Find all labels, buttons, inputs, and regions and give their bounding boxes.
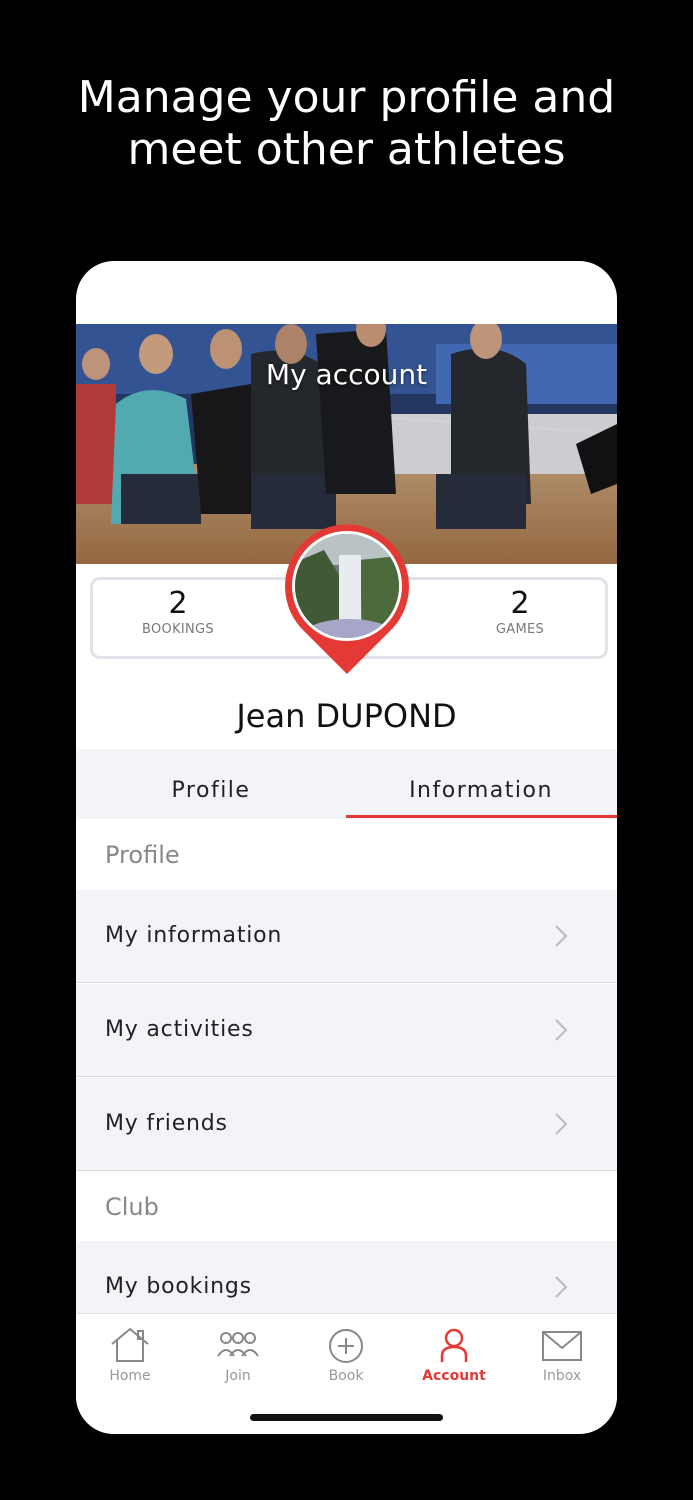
tabbar-join[interactable]: Join (184, 1326, 292, 1406)
tabbar-home[interactable]: Home (76, 1326, 184, 1406)
active-tab-indicator (346, 815, 617, 818)
home-indicator[interactable] (250, 1414, 443, 1421)
section-header-club: Club (76, 1171, 617, 1243)
people-icon (217, 1332, 259, 1357)
games-stat[interactable]: 2 GAMES (435, 586, 605, 637)
list-item-label: My friends (105, 1111, 228, 1136)
list-item-my-activities[interactable]: My activities (76, 984, 617, 1077)
profile-tabs: Profile Information (76, 749, 617, 819)
headline-line-1: Manage your profile and (77, 72, 616, 123)
chevron-right-icon (555, 1276, 568, 1298)
bookings-stat[interactable]: 2 BOOKINGS (93, 586, 263, 637)
tabbar-label: Account (422, 1368, 486, 1384)
section-header-profile: Profile (76, 819, 617, 891)
chevron-right-icon (555, 1019, 568, 1041)
marketing-headline: Manage your profile and meet other athle… (0, 72, 693, 176)
tab-information[interactable]: Information (346, 749, 616, 819)
page-title: My account (265, 358, 428, 391)
list-item-label: My information (105, 923, 283, 948)
tabbar-label: Book (328, 1368, 364, 1384)
list-item-my-information[interactable]: My information (76, 890, 617, 983)
phone-screen: My account 2 BOOKINGS 2 GAMES Jean DUPON… (76, 261, 617, 1434)
plus-circle-icon (329, 1329, 363, 1363)
chevron-right-icon (555, 1113, 568, 1135)
list-item-my-friends[interactable]: My friends (76, 1078, 617, 1171)
chevron-right-icon (555, 925, 568, 947)
list-item-label: My activities (105, 1017, 254, 1042)
user-name: Jean DUPOND (236, 697, 457, 735)
user-icon (440, 1328, 468, 1362)
tabbar-inbox[interactable]: Inbox (508, 1326, 616, 1406)
games-label: GAMES (495, 622, 545, 637)
bookings-label: BOOKINGS (142, 622, 214, 637)
tabbar-label: Inbox (542, 1368, 582, 1384)
bookings-count: 2 (168, 586, 188, 621)
tabbar-book[interactable]: Book (292, 1326, 400, 1406)
home-icon (111, 1327, 149, 1362)
tabbar-label: Home (109, 1368, 151, 1384)
tabbar-account[interactable]: Account (400, 1326, 508, 1406)
games-count: 2 (510, 586, 530, 621)
avatar[interactable] (279, 520, 415, 678)
mail-icon (542, 1331, 582, 1361)
tabbar-label: Join (225, 1368, 251, 1384)
headline-line-2: meet other athletes (127, 124, 566, 175)
tab-profile[interactable]: Profile (76, 749, 346, 819)
